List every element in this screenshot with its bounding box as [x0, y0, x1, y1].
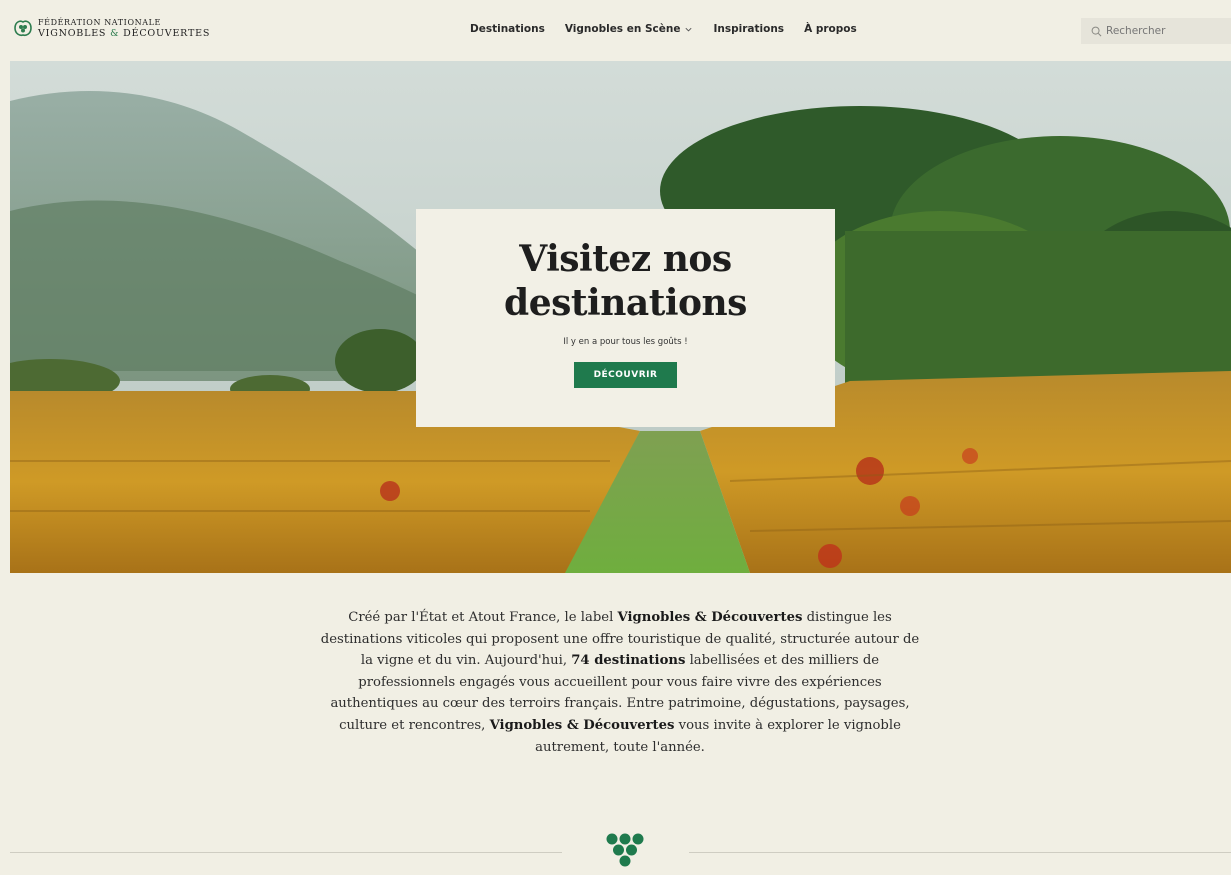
hero-subtitle: Il y en a pour tous les goûts ! [563, 337, 688, 347]
intro-paragraph: Créé par l'État et Atout France, le labe… [320, 607, 920, 758]
logo-line-brand: Vignobles & Découvertes [38, 28, 210, 39]
nav-item-label: À propos [804, 23, 857, 35]
intro-bold-count: 74 destinations [571, 653, 686, 669]
search-input[interactable] [1106, 25, 1226, 37]
intro-bold-label: Vignobles & Découvertes [489, 717, 675, 733]
hero-title: Visitez nos destinations [416, 237, 835, 325]
hero-card: Visitez nos destinations Il y en a pour … [416, 209, 835, 427]
nav-item-label: Inspirations [713, 23, 785, 35]
page: Fédération nationale Vignobles & Découve… [10, 9, 1231, 875]
logo-grape-icon [14, 20, 32, 37]
hero-title-line1: Visitez nos [519, 238, 732, 280]
nav-item-destinations[interactable]: Destinations [470, 23, 545, 35]
site-header: Fédération nationale Vignobles & Découve… [10, 9, 1231, 61]
intro-text: Créé par l'État et Atout France, le labe… [348, 610, 618, 625]
chevron-down-icon [685, 27, 693, 31]
logo-text: Fédération nationale Vignobles & Découve… [38, 17, 210, 39]
logo-brand-vignobles: Vignobles [38, 28, 107, 39]
search-icon [1091, 26, 1102, 36]
section-divider-right [689, 852, 1231, 853]
hero-title-line2: destinations [504, 282, 747, 324]
logo-brand-amp: & [110, 28, 120, 39]
nav-item-vignobles-en-scene[interactable]: Vignobles en Scène [565, 23, 694, 35]
discover-button[interactable]: DÉCOUVRIR [573, 362, 678, 388]
search-box[interactable] [1081, 18, 1231, 44]
nav-item-label: Vignobles en Scène [564, 23, 681, 35]
site-logo[interactable]: Fédération nationale Vignobles & Découve… [12, 17, 210, 39]
nav-item-a-propos[interactable]: À propos [804, 23, 857, 35]
nav-item-label: Destinations [470, 23, 545, 35]
main-nav: Destinations Vignobles en Scène Inspirat… [470, 23, 877, 35]
section-divider-left [10, 852, 562, 853]
logo-brand-decouvertes: Découvertes [123, 28, 211, 39]
nav-item-inspirations[interactable]: Inspirations [713, 23, 784, 35]
intro-bold-label: Vignobles & Découvertes [617, 610, 803, 625]
logo-line-federation: Fédération nationale [38, 18, 161, 27]
hero-banner: Visitez nos destinations Il y en a pour … [10, 61, 1231, 573]
grape-cluster-icon [606, 833, 644, 867]
